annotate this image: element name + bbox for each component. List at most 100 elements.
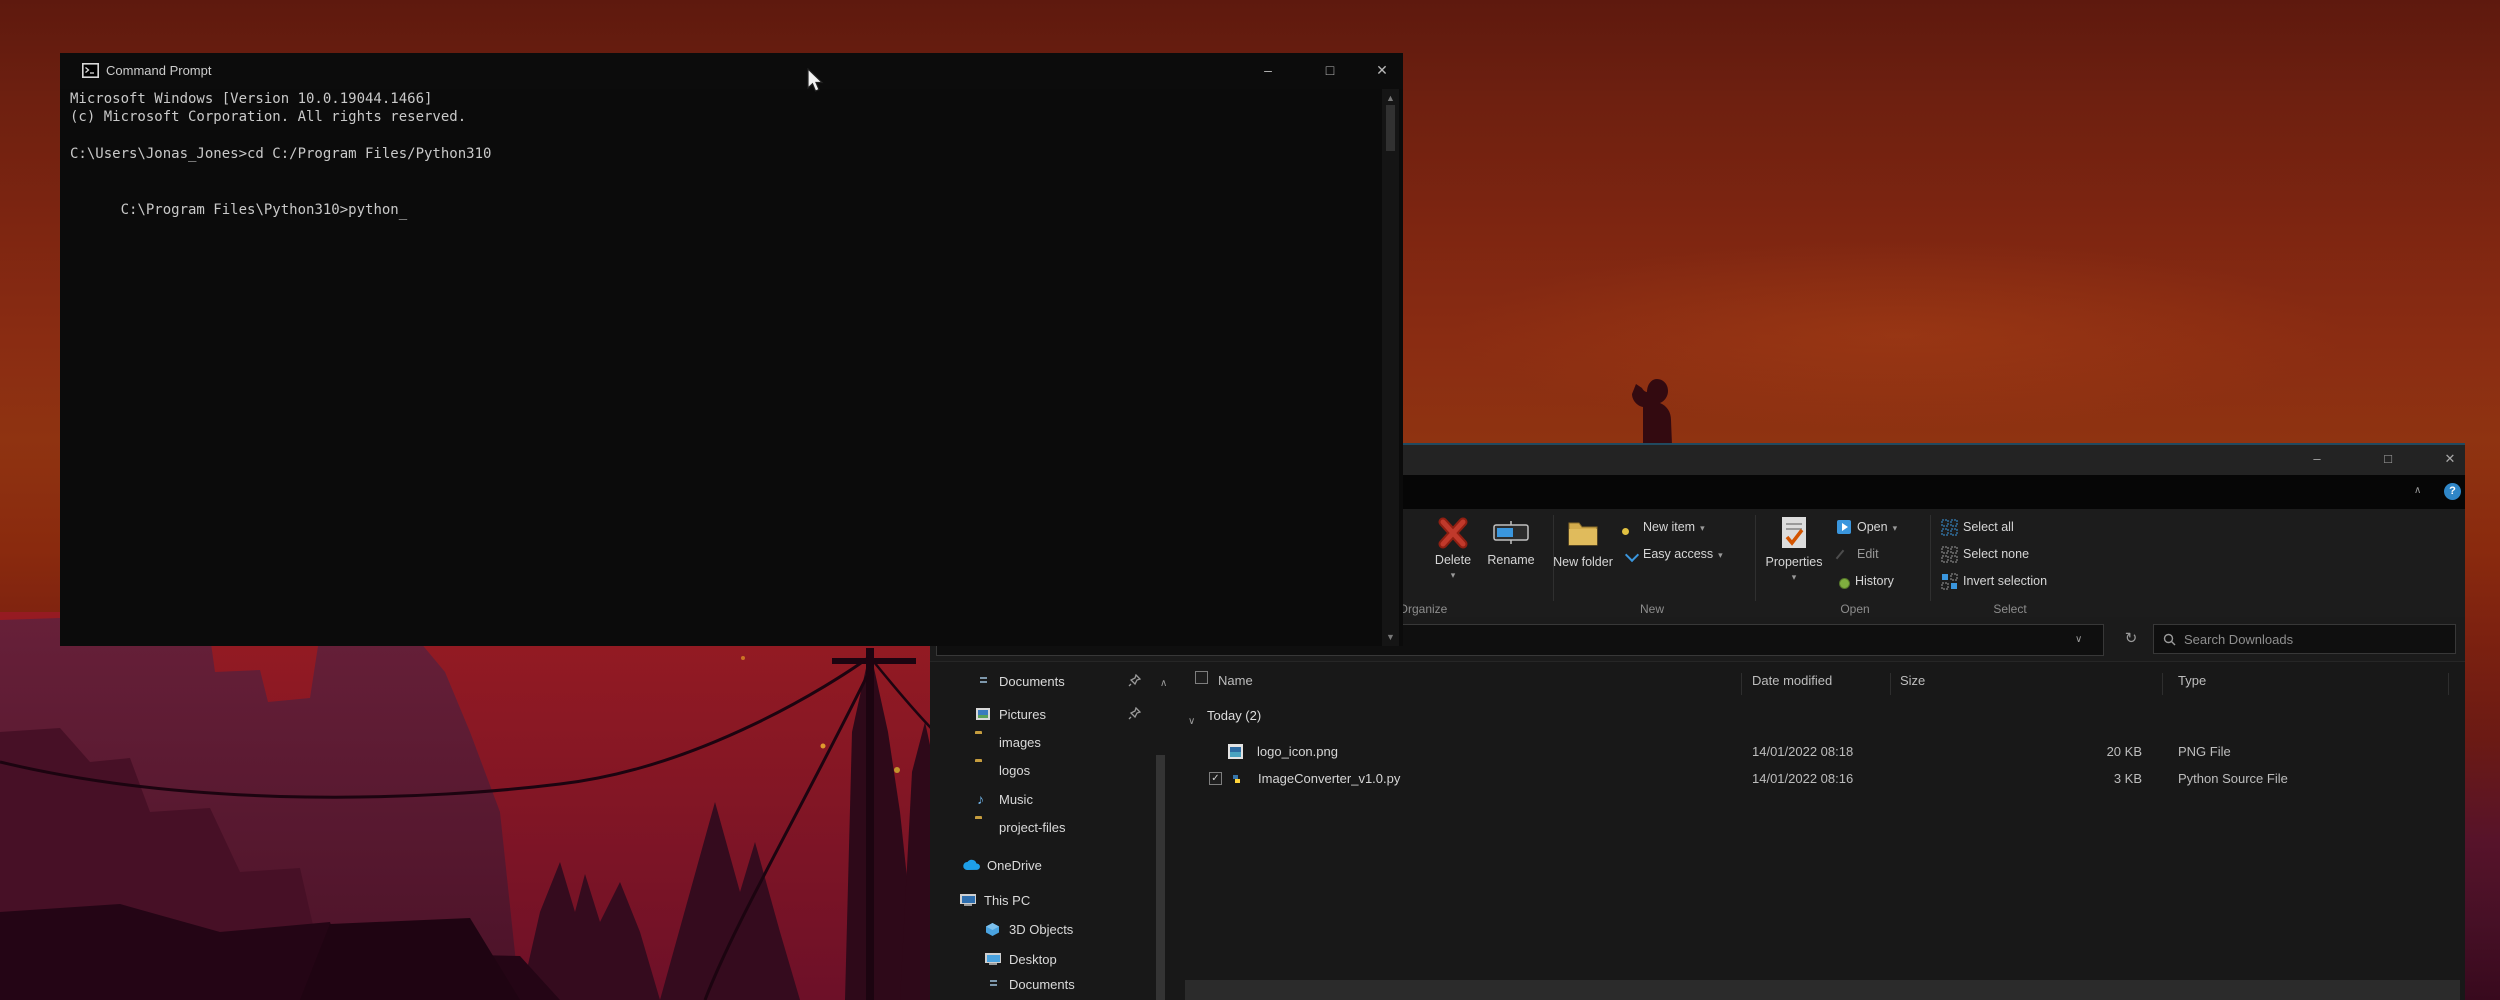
invert-selection-button[interactable]: Invert selection (1941, 570, 2047, 592)
easy-access-button[interactable]: Easy access (1622, 543, 1723, 565)
sidebar-item-this-pc[interactable]: This PC (960, 888, 1030, 912)
pin-icon (1128, 674, 1141, 687)
properties-button[interactable]: Properties (1759, 515, 1829, 583)
help-icon[interactable]: ? (2444, 483, 2461, 500)
sidebar-item-project-files[interactable]: project-files (975, 815, 1065, 839)
document-icon (975, 673, 991, 689)
address-dropdown-icon[interactable] (2075, 633, 2082, 645)
ribbon-group-new: New (1592, 602, 1712, 616)
select-all-checkbox[interactable] (1195, 671, 1208, 684)
search-placeholder: Search Downloads (2184, 632, 2293, 647)
new-folder-button[interactable]: New folder (1548, 515, 1618, 569)
group-header[interactable]: Today (2) (1207, 708, 1261, 723)
3d-objects-icon (985, 921, 1001, 937)
cmd-window-title: Command Prompt (106, 63, 211, 78)
scroll-up-icon[interactable]: ▲ (1382, 91, 1399, 105)
python-file-icon (1229, 771, 1231, 788)
this-pc-icon (960, 892, 976, 908)
edit-icon (1836, 546, 1852, 562)
folder-icon (975, 734, 991, 750)
sidebar-item-documents[interactable]: Documents (975, 669, 1065, 693)
ribbon-collapse-icon[interactable] (2414, 484, 2421, 496)
sidebar-item-documents-pc[interactable]: Documents (985, 972, 1075, 996)
console-line: C:\Users\Jonas_Jones>cd C:/Program Files… (70, 145, 491, 163)
group-collapse-icon[interactable] (1188, 711, 1195, 729)
search-icon (2163, 633, 2176, 646)
file-type: Python Source File (2178, 771, 2288, 786)
scroll-down-icon[interactable]: ▼ (1382, 630, 1399, 644)
onedrive-icon (963, 857, 979, 873)
dropdown-arrow-icon (1451, 567, 1456, 581)
new-item-icon (1622, 519, 1638, 535)
new-item-button[interactable]: New item (1622, 516, 1705, 538)
sidebar-item-music[interactable]: ♪ Music (975, 787, 1033, 811)
file-row[interactable]: ✓ ImageConverter_v1.0.py 14/01/2022 08:1… (1185, 765, 2460, 793)
desktop: – □ ✕ ? Delete (0, 0, 2500, 1000)
refresh-button[interactable]: ↻ (2112, 624, 2150, 654)
cmd-close-button[interactable]: ✕ (1360, 53, 1404, 87)
console-line: (c) Microsoft Corporation. All rights re… (70, 108, 466, 126)
ribbon-separator (1755, 515, 1756, 601)
cmd-titlebar[interactable]: Command Prompt – □ ✕ (60, 53, 1403, 89)
search-input[interactable]: Search Downloads (2153, 624, 2456, 654)
command-prompt-window: Command Prompt – □ ✕ Microsoft Windows [… (60, 53, 1403, 646)
select-none-button[interactable]: Select none (1941, 543, 2029, 565)
new-folder-icon (1564, 515, 1602, 551)
cmd-maximize-button[interactable]: □ (1308, 53, 1352, 87)
ribbon-group-open: Open (1795, 602, 1915, 616)
column-divider[interactable] (1890, 673, 1891, 695)
scrollbar-thumb[interactable] (1386, 105, 1395, 151)
wallpaper-hiker-silhouette (1613, 373, 1687, 445)
sky-cloud-glow (1450, 240, 2350, 430)
document-icon (985, 976, 1001, 992)
column-divider[interactable] (1741, 673, 1742, 695)
folder-icon (975, 762, 991, 778)
open-icon (1836, 519, 1852, 535)
rename-button[interactable]: Rename (1476, 517, 1546, 567)
row-checkbox[interactable]: ✓ (1209, 772, 1222, 785)
select-all-icon (1941, 519, 1958, 536)
sidebar-item-images[interactable]: images (975, 730, 1041, 754)
ribbon-group-select: Select (1950, 602, 2070, 616)
sidebar-item-onedrive[interactable]: OneDrive (963, 853, 1042, 877)
explorer-close-button[interactable]: ✕ (2428, 445, 2472, 473)
history-icon (1834, 573, 1850, 589)
sidebar-item-logos[interactable]: logos (975, 758, 1030, 782)
properties-icon (1778, 515, 1810, 551)
column-header-type[interactable]: Type (2178, 673, 2206, 688)
dropdown-arrow-icon (1718, 547, 1723, 561)
history-button[interactable]: History (1834, 570, 1894, 592)
sidebar-item-pictures[interactable]: Pictures (975, 702, 1046, 726)
sidebar-scrollbar[interactable] (1156, 755, 1165, 1000)
rename-icon (1491, 517, 1531, 549)
dropdown-arrow-icon (1792, 569, 1797, 583)
file-size: 3 KB (2022, 771, 2142, 786)
ribbon-separator (1930, 515, 1931, 601)
desktop-icon (985, 951, 1001, 967)
file-size: 20 KB (2022, 744, 2142, 759)
cmd-scrollbar[interactable]: ▲ ▼ (1382, 89, 1399, 646)
explorer-minimize-button[interactable]: – (2295, 445, 2339, 473)
column-header-date[interactable]: Date modified (1752, 673, 1832, 688)
wallpaper-landscape (0, 612, 941, 1000)
file-row[interactable]: logo_icon.png 14/01/2022 08:18 20 KB PNG… (1185, 739, 2460, 766)
select-all-button[interactable]: Select all (1941, 516, 2014, 538)
column-divider[interactable] (2162, 673, 2163, 695)
sidebar-item-downloads[interactable]: Downloads (985, 996, 1073, 1000)
open-button[interactable]: Open (1836, 516, 1897, 538)
column-header-name[interactable]: Name (1218, 673, 1253, 688)
edit-button[interactable]: Edit (1836, 543, 1879, 565)
selected-row-highlight (1185, 980, 2460, 1000)
console-prompt-line: C:\Program Files\Python310>python_ (70, 183, 407, 237)
column-divider[interactable] (2448, 673, 2449, 695)
pictures-icon (975, 706, 991, 722)
sidebar-collapse-icon[interactable] (1160, 673, 1167, 691)
sidebar-item-3d-objects[interactable]: 3D Objects (985, 917, 1073, 941)
cmd-icon (82, 63, 99, 78)
cmd-minimize-button[interactable]: – (1246, 53, 1290, 87)
column-header-size[interactable]: Size (1900, 673, 1925, 688)
explorer-maximize-button[interactable]: □ (2366, 445, 2410, 473)
music-icon: ♪ (975, 791, 991, 807)
sidebar-item-desktop[interactable]: Desktop (985, 947, 1057, 971)
invert-selection-icon (1941, 573, 1958, 590)
